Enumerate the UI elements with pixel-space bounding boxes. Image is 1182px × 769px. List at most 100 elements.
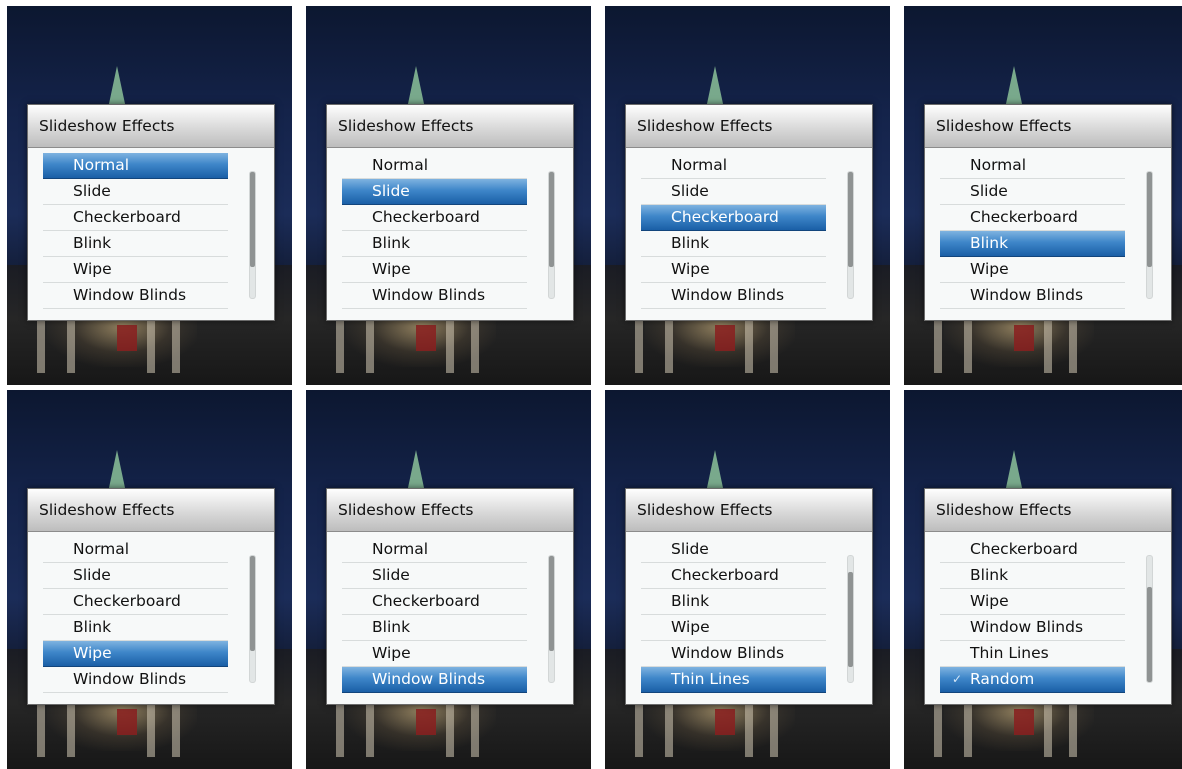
- list-item[interactable]: Checkerboard: [641, 563, 826, 589]
- list-item-selected[interactable]: Window Blinds: [342, 667, 527, 693]
- list-item-selected[interactable]: Slide: [342, 179, 527, 205]
- scrollbar-thumb[interactable]: [848, 572, 853, 667]
- effects-list: Normal Slide Checkerboard Blink Wipe Window B…: [43, 537, 228, 693]
- scrollbar-thumb[interactable]: [250, 556, 255, 651]
- list-item-label: Blink: [671, 592, 710, 610]
- list-item[interactable]: Wipe: [641, 257, 826, 283]
- scrollbar-thumb[interactable]: [1147, 172, 1152, 267]
- list-item-label: Random: [970, 670, 1035, 688]
- list-item[interactable]: Checkerboard: [940, 537, 1125, 563]
- list-item-selected[interactable]: Checkerboard: [641, 205, 826, 231]
- list-item-label: Window Blinds: [372, 286, 486, 304]
- list-item[interactable]: Window Blinds: [641, 641, 826, 667]
- scrollbar-thumb[interactable]: [549, 172, 554, 267]
- list-item-label: Checkerboard: [671, 208, 779, 226]
- list-item[interactable]: Blink: [641, 589, 826, 615]
- column-4: [1069, 313, 1077, 373]
- list-item-selected[interactable]: Thin Lines: [641, 667, 826, 693]
- list-item-label: Checkerboard: [970, 208, 1078, 226]
- list-item[interactable]: Wipe: [940, 257, 1125, 283]
- list-item[interactable]: Window Blinds: [43, 667, 228, 693]
- list-item[interactable]: Window Blinds: [641, 283, 826, 309]
- scrollbar-track[interactable]: [1146, 171, 1153, 299]
- scrollbar-track[interactable]: [1146, 555, 1153, 683]
- scrollbar-thumb[interactable]: [549, 556, 554, 651]
- column-4: [172, 697, 180, 757]
- column-2: [366, 313, 374, 373]
- column-2: [964, 313, 972, 373]
- list-item[interactable]: Wipe: [43, 257, 228, 283]
- slideshow-effects-dialog: Slideshow Effects Normal Slide Checkerboard…: [27, 488, 275, 705]
- list-item[interactable]: Wipe: [641, 615, 826, 641]
- list-item[interactable]: Normal: [940, 153, 1125, 179]
- effects-list: Checkerboard Blink Wipe Window Blinds Thin L…: [940, 537, 1125, 693]
- list-item[interactable]: Window Blinds: [940, 283, 1125, 309]
- list-item-label: Window Blinds: [73, 670, 187, 688]
- list-item-label: Blink: [372, 618, 411, 636]
- list-item-selected[interactable]: Normal: [43, 153, 228, 179]
- scrollbar-thumb[interactable]: [1147, 587, 1152, 682]
- list-item-selected[interactable]: ✓ Random: [940, 667, 1125, 693]
- list-item[interactable]: Blink: [342, 231, 527, 257]
- list-item[interactable]: Slide: [43, 179, 228, 205]
- list-item[interactable]: Slide: [43, 563, 228, 589]
- list-item-label: Blink: [970, 566, 1009, 584]
- list-item-label: Window Blinds: [970, 618, 1084, 636]
- list-item[interactable]: Checkerboard: [43, 205, 228, 231]
- scrollbar-track[interactable]: [548, 555, 555, 683]
- list-item[interactable]: Normal: [641, 153, 826, 179]
- list-item[interactable]: Thin Lines: [940, 641, 1125, 667]
- list-item-label: Slide: [372, 182, 410, 200]
- list-item[interactable]: Window Blinds: [342, 283, 527, 309]
- list-item-label: Normal: [73, 540, 130, 558]
- list-item[interactable]: Blink: [940, 563, 1125, 589]
- list-item[interactable]: Wipe: [342, 257, 527, 283]
- screen-panel-5: Slideshow Effects Normal Slide Checkerboard…: [7, 390, 292, 769]
- scrollbar-track[interactable]: [548, 171, 555, 299]
- list-item[interactable]: Blink: [43, 615, 228, 641]
- scrollbar-track[interactable]: [249, 555, 256, 683]
- list-item[interactable]: Window Blinds: [43, 283, 228, 309]
- scrollbar-thumb[interactable]: [848, 172, 853, 267]
- list-item[interactable]: Checkerboard: [43, 589, 228, 615]
- list-item[interactable]: Normal: [342, 153, 527, 179]
- list-item[interactable]: Window Blinds: [940, 615, 1125, 641]
- column-1: [934, 313, 942, 373]
- list-item[interactable]: Blink: [43, 231, 228, 257]
- column-2: [67, 313, 75, 373]
- dialog-title: Slideshow Effects: [637, 501, 773, 519]
- list-item-selected[interactable]: Wipe: [43, 641, 228, 667]
- effects-list: Normal Slide Checkerboard Blink Wipe Window B…: [342, 537, 527, 693]
- list-item[interactable]: Slide: [342, 563, 527, 589]
- list-item[interactable]: Wipe: [342, 641, 527, 667]
- slideshow-effects-dialog: Slideshow Effects Normal Slide Checkerboard…: [27, 104, 275, 321]
- list-item-label: Checkerboard: [372, 208, 480, 226]
- list-item[interactable]: Checkerboard: [940, 205, 1125, 231]
- list-item[interactable]: Checkerboard: [342, 589, 527, 615]
- screen-panel-7: Slideshow Effects Slide Checkerboard Blink W…: [605, 390, 890, 769]
- list-item[interactable]: Slide: [940, 179, 1125, 205]
- list-item[interactable]: Blink: [641, 231, 826, 257]
- checkmark-icon: ✓: [952, 672, 963, 686]
- scrollbar-track[interactable]: [847, 555, 854, 683]
- red-door: [416, 709, 436, 735]
- list-item[interactable]: Slide: [641, 537, 826, 563]
- list-item-label: Window Blinds: [73, 286, 187, 304]
- list-item[interactable]: Normal: [43, 537, 228, 563]
- list-item[interactable]: Normal: [342, 537, 527, 563]
- scrollbar-thumb[interactable]: [250, 172, 255, 267]
- list-item-label: Wipe: [970, 592, 1009, 610]
- list-item-selected[interactable]: Blink: [940, 231, 1125, 257]
- list-item-label: Checkerboard: [73, 208, 181, 226]
- list-item[interactable]: Slide: [641, 179, 826, 205]
- scrollbar-track[interactable]: [249, 171, 256, 299]
- scrollbar-track[interactable]: [847, 171, 854, 299]
- list-item[interactable]: Blink: [342, 615, 527, 641]
- list-item[interactable]: Checkerboard: [342, 205, 527, 231]
- dialog-titlebar: Slideshow Effects: [626, 489, 872, 532]
- list-item-label: Normal: [372, 540, 429, 558]
- dialog-titlebar: Slideshow Effects: [925, 105, 1171, 148]
- list-item-label: Checkerboard: [671, 566, 779, 584]
- list-item[interactable]: Wipe: [940, 589, 1125, 615]
- list-item-label: Checkerboard: [73, 592, 181, 610]
